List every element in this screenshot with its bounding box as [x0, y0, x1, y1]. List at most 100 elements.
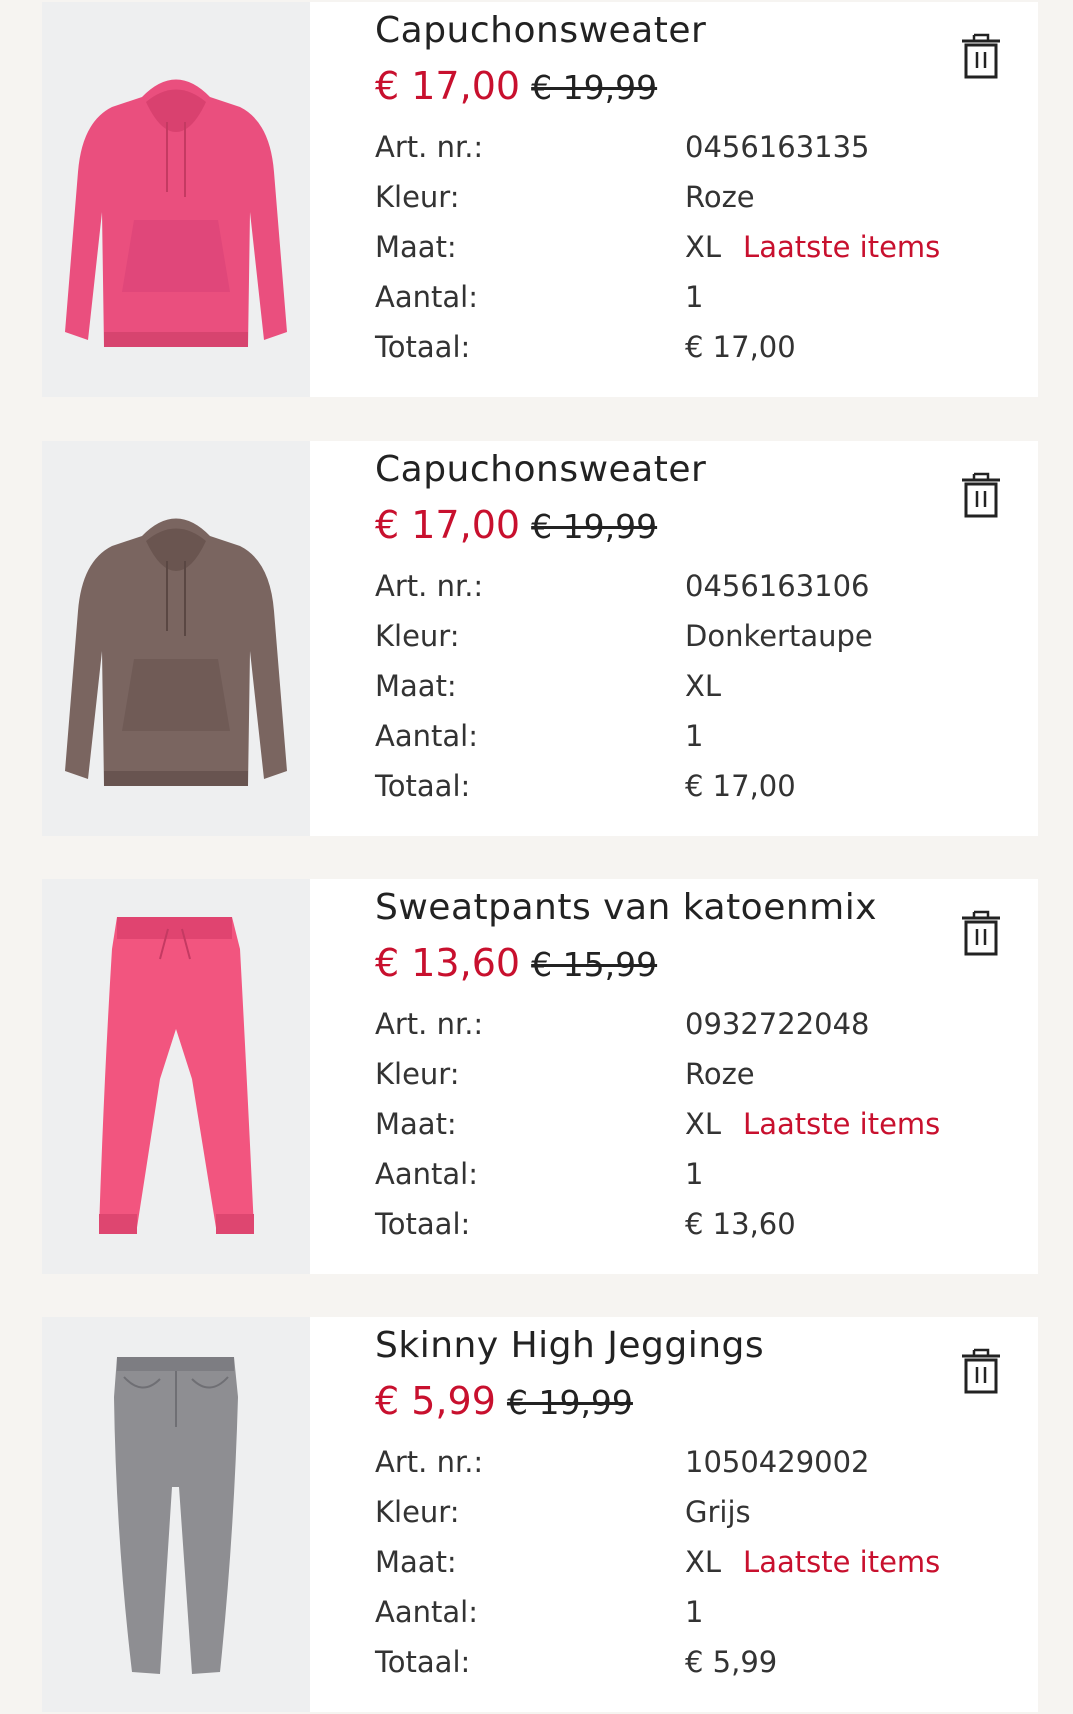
detail-color: Kleur: Roze	[375, 1049, 940, 1099]
detail-value: € 13,60	[685, 1207, 796, 1241]
detail-article: Art. nr.: 1050429002	[375, 1437, 940, 1487]
detail-value: XL	[685, 669, 722, 703]
low-stock-note: Laatste items	[743, 1545, 941, 1579]
detail-value: 0932722048	[685, 1007, 870, 1041]
detail-label: Art. nr.:	[375, 1445, 484, 1479]
detail-label: Totaal:	[375, 769, 471, 803]
detail-size: Maat: XL Laatste items	[375, 1099, 940, 1149]
detail-color: Kleur: Donkertaupe	[375, 611, 873, 661]
detail-label: Aantal:	[375, 280, 478, 314]
detail-label: Totaal:	[375, 1207, 471, 1241]
detail-quantity: Aantal: 1	[375, 272, 940, 322]
product-details: Art. nr.: 0456163135 Kleur: Roze Maat: X…	[375, 122, 940, 372]
product-image[interactable]	[42, 2, 310, 397]
product-info: Skinny High Jeggings € 5,99 € 19,99 Art.…	[375, 1317, 975, 1712]
detail-label: Art. nr.:	[375, 1007, 484, 1041]
price-block: € 17,00 € 19,99	[375, 503, 657, 547]
trash-icon	[962, 1348, 1000, 1394]
detail-value: 1	[685, 1157, 704, 1191]
cart-item: Skinny High Jeggings € 5,99 € 19,99 Art.…	[42, 1317, 1038, 1712]
delete-button[interactable]	[960, 32, 1002, 80]
original-price: € 19,99	[531, 507, 658, 546]
detail-article: Art. nr.: 0932722048	[375, 999, 940, 1049]
cart-item: Capuchonsweater € 17,00 € 19,99 Art. nr.…	[42, 441, 1038, 836]
detail-value: 0456163106	[685, 569, 870, 603]
product-image[interactable]	[42, 441, 310, 836]
detail-value: 1	[685, 280, 704, 314]
product-info: Capuchonsweater € 17,00 € 19,99 Art. nr.…	[375, 441, 975, 836]
delete-button[interactable]	[960, 909, 1002, 957]
detail-quantity: Aantal: 1	[375, 711, 873, 761]
detail-quantity: Aantal: 1	[375, 1149, 940, 1199]
detail-value: XL	[685, 1107, 722, 1141]
detail-label: Maat:	[375, 1545, 457, 1579]
detail-value: 1	[685, 1595, 704, 1629]
detail-label: Art. nr.:	[375, 130, 484, 164]
sale-price: € 17,00	[375, 64, 521, 108]
detail-label: Totaal:	[375, 330, 471, 364]
detail-color: Kleur: Grijs	[375, 1487, 940, 1537]
product-title[interactable]: Capuchonsweater	[375, 449, 706, 490]
detail-label: Aantal:	[375, 1595, 478, 1629]
product-title[interactable]: Capuchonsweater	[375, 10, 706, 51]
product-details: Art. nr.: 0456163106 Kleur: Donkertaupe …	[375, 561, 873, 811]
product-image[interactable]	[42, 879, 310, 1274]
detail-label: Aantal:	[375, 719, 478, 753]
sale-price: € 17,00	[375, 503, 521, 547]
detail-label: Maat:	[375, 230, 457, 264]
trash-icon	[962, 33, 1000, 79]
sale-price: € 5,99	[375, 1379, 496, 1423]
low-stock-note: Laatste items	[743, 230, 941, 264]
cart-item-list: Capuchonsweater € 17,00 € 19,99 Art. nr.…	[0, 0, 1073, 1714]
product-title[interactable]: Sweatpants van katoenmix	[375, 887, 877, 928]
detail-value: Grijs	[685, 1495, 751, 1529]
detail-size: Maat: XL Laatste items	[375, 1537, 940, 1587]
detail-label: Totaal:	[375, 1645, 471, 1679]
detail-article: Art. nr.: 0456163135	[375, 122, 940, 172]
detail-size: Maat: XL Laatste items	[375, 222, 940, 272]
detail-value: XL	[685, 1545, 722, 1579]
detail-value: 1	[685, 719, 704, 753]
detail-label: Maat:	[375, 669, 457, 703]
original-price: € 19,99	[531, 68, 658, 107]
detail-article: Art. nr.: 0456163106	[375, 561, 873, 611]
detail-value: € 17,00	[685, 769, 796, 803]
cart-item: Sweatpants van katoenmix € 13,60 € 15,99…	[42, 879, 1038, 1274]
detail-value: Donkertaupe	[685, 619, 873, 653]
sale-price: € 13,60	[375, 941, 521, 985]
detail-label: Kleur:	[375, 1057, 460, 1091]
detail-value: Roze	[685, 180, 755, 214]
product-info: Capuchonsweater € 17,00 € 19,99 Art. nr.…	[375, 2, 975, 397]
detail-quantity: Aantal: 1	[375, 1587, 940, 1637]
detail-value: € 17,00	[685, 330, 796, 364]
detail-label: Art. nr.:	[375, 569, 484, 603]
price-block: € 5,99 € 19,99	[375, 1379, 633, 1423]
detail-value: € 5,99	[685, 1645, 778, 1679]
price-block: € 17,00 € 19,99	[375, 64, 657, 108]
trash-icon	[962, 910, 1000, 956]
original-price: € 15,99	[531, 945, 658, 984]
detail-value: 1050429002	[685, 1445, 870, 1479]
detail-label: Kleur:	[375, 619, 460, 653]
product-title[interactable]: Skinny High Jeggings	[375, 1325, 764, 1366]
delete-button[interactable]	[960, 471, 1002, 519]
detail-color: Kleur: Roze	[375, 172, 940, 222]
product-details: Art. nr.: 1050429002 Kleur: Grijs Maat: …	[375, 1437, 940, 1687]
product-info: Sweatpants van katoenmix € 13,60 € 15,99…	[375, 879, 975, 1274]
detail-size: Maat: XL	[375, 661, 873, 711]
detail-value: XL	[685, 230, 722, 264]
detail-total: Totaal: € 13,60	[375, 1199, 940, 1249]
detail-value: 0456163135	[685, 130, 870, 164]
product-details: Art. nr.: 0932722048 Kleur: Roze Maat: X…	[375, 999, 940, 1249]
detail-total: Totaal: € 17,00	[375, 322, 940, 372]
trash-icon	[962, 472, 1000, 518]
cart-item: Capuchonsweater € 17,00 € 19,99 Art. nr.…	[42, 2, 1038, 397]
detail-value: Roze	[685, 1057, 755, 1091]
product-image[interactable]	[42, 1317, 310, 1712]
delete-button[interactable]	[960, 1347, 1002, 1395]
detail-label: Maat:	[375, 1107, 457, 1141]
detail-label: Kleur:	[375, 180, 460, 214]
low-stock-note: Laatste items	[743, 1107, 941, 1141]
detail-total: Totaal: € 5,99	[375, 1637, 940, 1687]
detail-total: Totaal: € 17,00	[375, 761, 873, 811]
